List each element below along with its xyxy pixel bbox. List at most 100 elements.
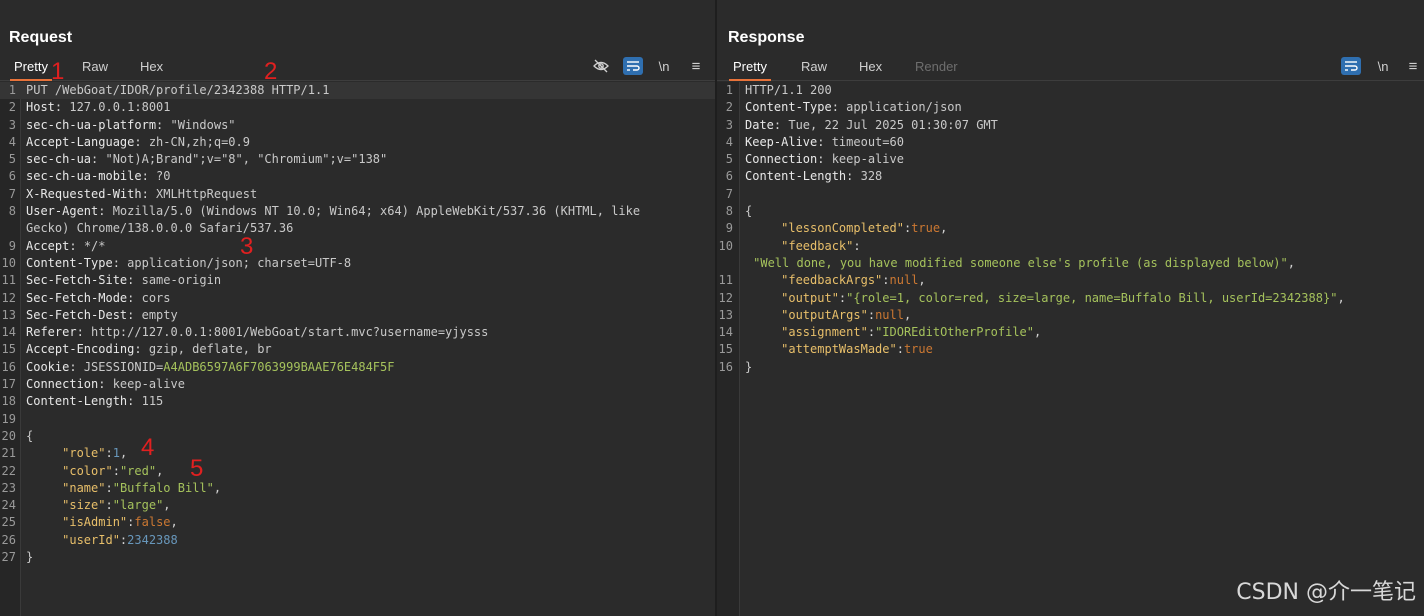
response-editor[interactable]: 1 HTTP/1.1 200 2 Content-Type: application/…	[717, 82, 1424, 616]
code-line: 15 Accept-Encoding: gzip, deflate, br	[0, 341, 715, 358]
hamburger-menu-icon[interactable]: ≡	[1403, 57, 1423, 75]
code-line: 22 "color":"red",	[0, 463, 715, 480]
code-line: 7 X-Requested-With: XMLHttpRequest	[0, 186, 715, 203]
header-value: same-origin	[141, 273, 222, 288]
code-line: 8 User-Agent: Mozilla/5.0 (Windows NT 10.…	[0, 203, 715, 220]
line-content: "output":"{role=1, color=red, size=large…	[781, 290, 1345, 305]
header-value: Tue, 22 Jul 2025 01:30:07 GMT	[788, 117, 998, 132]
line-number: 10	[718, 238, 733, 253]
code-line: 8{	[717, 203, 1424, 220]
line-content: "userId":2342388	[62, 532, 178, 547]
request-pane: Request Pretty Raw Hex \n ≡ 1 PUT /WebGoa…	[0, 0, 715, 616]
annotation-mark-2: 2	[264, 58, 278, 85]
request-editor[interactable]: 1 PUT /WebGoat/IDOR/profile/2342388 HTTP/…	[0, 82, 715, 616]
wrap-lines-icon[interactable]	[623, 57, 643, 75]
json-value: true	[903, 342, 933, 357]
json-key: "attemptWasMade"	[781, 342, 897, 357]
code-line: 2 Host: 127.0.0.1:8001	[0, 99, 715, 116]
eye-off-icon[interactable]	[591, 57, 611, 75]
json-key: "output"	[781, 290, 839, 305]
json-value: 1	[112, 446, 120, 461]
line-content: Content-Length: 115	[26, 394, 164, 409]
header-name: Content-Length	[745, 169, 847, 184]
hamburger-menu-icon[interactable]: ≡	[686, 57, 706, 75]
line-number: 11	[718, 273, 733, 288]
header-value: zh-CN,zh;q=0.9	[148, 134, 250, 149]
tab-pretty[interactable]: Pretty	[729, 59, 771, 81]
header-value: keep-alive	[831, 152, 904, 167]
json-key: "feedback"	[781, 238, 854, 253]
code-line: 12 "output":"{role=1, color=red, size=la…	[717, 290, 1424, 307]
tab-pretty[interactable]: Pretty	[10, 59, 52, 81]
line-content: Accept: */*	[26, 238, 106, 253]
line-number: 22	[1, 463, 16, 478]
line-content: PUT /WebGoat/IDOR/profile/2342388 HTTP/1…	[26, 82, 329, 99]
code-line: 3 sec-ch-ua-platform: "Windows"	[0, 117, 715, 134]
line-content: "feedback":	[781, 238, 861, 253]
line-number: 5	[725, 152, 733, 167]
code-line: 6 sec-ch-ua-mobile: ?0	[0, 168, 715, 185]
line-content: Accept-Language: zh-CN,zh;q=0.9	[26, 134, 250, 149]
line-number: 15	[1, 342, 16, 357]
line-content: sec-ch-ua-mobile: ?0	[26, 169, 171, 184]
header-value: gzip, deflate, br	[148, 342, 272, 357]
header-name: Cookie	[26, 359, 70, 374]
code-line: 20 {	[0, 428, 715, 445]
tab-raw[interactable]: Raw	[82, 59, 108, 74]
line-content: {	[745, 203, 752, 220]
wrap-lines-icon[interactable]	[1341, 57, 1361, 75]
line-number: 9	[8, 238, 16, 253]
header-name: Host	[26, 100, 55, 115]
header-name: sec-ch-ua-platform	[26, 117, 157, 132]
header-value: 328	[860, 169, 883, 184]
tab-hex[interactable]: Hex	[859, 59, 882, 74]
line-number: 25	[1, 515, 16, 530]
line-number: 8	[8, 204, 16, 219]
code-line: 1 HTTP/1.1 200	[717, 82, 1424, 99]
line-content: Sec-Fetch-Dest: empty	[26, 307, 178, 322]
line-number: 10	[1, 255, 16, 270]
json-key: "outputArgs"	[781, 307, 868, 322]
code-line: 4 Accept-Language: zh-CN,zh;q=0.9	[0, 134, 715, 151]
json-value: "IDOREditOtherProfile"	[875, 325, 1035, 340]
newline-toggle[interactable]: \n	[1373, 57, 1393, 75]
line-number: 27	[1, 550, 16, 565]
line-number: 12	[1, 290, 16, 305]
line-number: 1	[8, 83, 16, 97]
line-content: Accept-Encoding: gzip, deflate, br	[26, 342, 272, 357]
code-line: 10 Content-Type: application/json; charse…	[0, 255, 715, 272]
line-content: "size":"large",	[62, 498, 171, 513]
line-number: 2	[725, 100, 733, 115]
tab-render[interactable]: Render	[915, 59, 958, 74]
json-value: null	[889, 273, 919, 288]
tab-raw[interactable]: Raw	[801, 59, 827, 74]
header-name: Accept-Encoding	[26, 342, 135, 357]
line-number: 7	[725, 186, 733, 201]
header-value: 127.0.0.1:8001	[69, 100, 171, 115]
header-name: Sec-Fetch-Mode	[26, 290, 128, 305]
header-name: Content-Type	[26, 255, 113, 270]
code-line: 10 "feedback":	[717, 238, 1424, 255]
json-key: "assignment"	[781, 325, 868, 340]
header-name: Referer	[26, 325, 77, 340]
code-line: 17 Connection: keep-alive	[0, 376, 715, 393]
line-number: 24	[1, 498, 16, 513]
json-value: 2342388	[127, 532, 178, 547]
header-name: X-Requested-With	[26, 186, 142, 201]
tab-hex[interactable]: Hex	[140, 59, 163, 74]
line-number: 13	[718, 307, 733, 322]
header-value: application/json	[846, 100, 962, 115]
line-content: Cookie: JSESSIONID=A4ADB6597A6F7063999BA…	[26, 359, 395, 374]
header-value: empty	[141, 307, 178, 322]
line-number: 18	[1, 394, 16, 409]
code-line: 4 Keep-Alive: timeout=60	[717, 134, 1424, 151]
header-value: 115	[141, 394, 164, 409]
line-number: 12	[718, 290, 733, 305]
line-number: 23	[1, 480, 16, 495]
line-number: 4	[725, 134, 733, 149]
line-content: {	[26, 428, 33, 445]
code-line: 11 "feedbackArgs":null,	[717, 272, 1424, 289]
newline-toggle[interactable]: \n	[654, 57, 674, 75]
line-content: Sec-Fetch-Mode: cors	[26, 290, 171, 305]
line-number: 8	[725, 204, 733, 219]
